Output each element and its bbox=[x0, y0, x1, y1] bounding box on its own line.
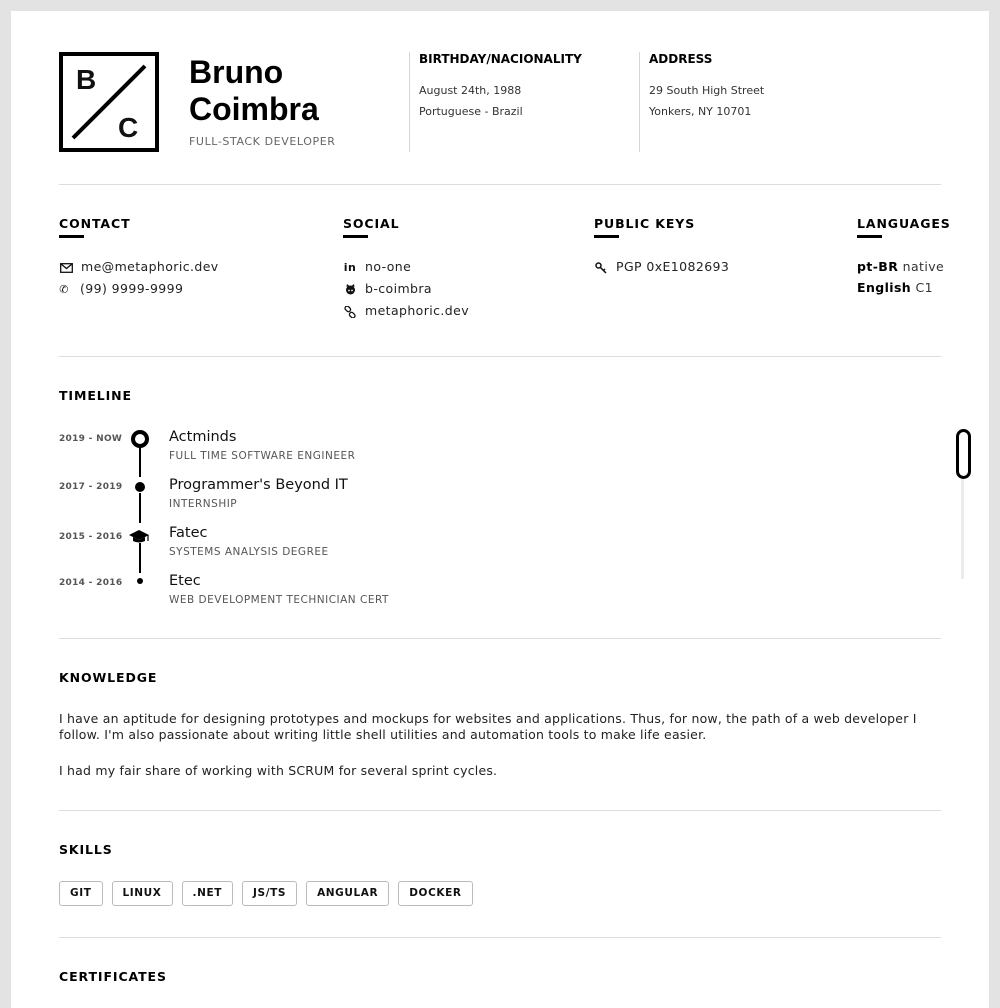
timeline-ring-marker bbox=[131, 430, 149, 448]
timeline-entry-title: Actminds bbox=[169, 429, 237, 445]
link-icon bbox=[343, 304, 357, 320]
timeline-entry-subtitle: WEB DEVELOPMENT TECHNICIAN CERT bbox=[169, 594, 389, 606]
section-divider bbox=[59, 356, 941, 357]
logo-letter-b: B bbox=[76, 64, 97, 95]
title-underline bbox=[857, 235, 882, 238]
timeline-title: TIMELINE bbox=[59, 388, 132, 403]
envelope-icon bbox=[59, 260, 73, 276]
first-name: Bruno bbox=[189, 54, 284, 90]
skill-tag: LINUX bbox=[111, 881, 173, 906]
section-divider bbox=[59, 184, 941, 185]
contact-title: CONTACT bbox=[59, 216, 131, 231]
timeline-entry-subtitle: INTERNSHIP bbox=[169, 498, 238, 510]
birthday-title: BIRTHDAY/NACIONALITY bbox=[419, 52, 582, 66]
social-linkedin[interactable]: in no-one bbox=[343, 259, 411, 276]
scrollbar-thumb[interactable] bbox=[956, 429, 971, 479]
monogram-logo: B C bbox=[59, 52, 159, 152]
timeline-connector bbox=[139, 448, 141, 477]
certificates-title: CERTIFICATES bbox=[59, 969, 167, 984]
logo-letter-c: C bbox=[118, 112, 139, 143]
pgp-key[interactable]: PGP 0xE1082693 bbox=[594, 259, 729, 276]
knowledge-paragraph: I have an aptitude for designing prototy… bbox=[59, 711, 917, 742]
timeline-entry-title: Fatec bbox=[169, 525, 208, 541]
header-divider bbox=[639, 52, 640, 152]
skills-tag-list: GIT LINUX .NET JS/TS ANGULAR DOCKER bbox=[59, 881, 473, 906]
timeline-entry-title: Etec bbox=[169, 573, 201, 589]
knowledge-title: KNOWLEDGE bbox=[59, 670, 158, 685]
language-level: C1 bbox=[915, 280, 933, 295]
contact-phone[interactable]: ✆ (99) 9999-9999 bbox=[59, 281, 183, 298]
address-title: ADDRESS bbox=[649, 52, 713, 66]
graduation-cap-icon bbox=[128, 529, 150, 549]
birthday-date: August 24th, 1988 bbox=[419, 84, 522, 97]
section-divider bbox=[59, 810, 941, 811]
timeline-date: 2019 - NOW bbox=[59, 434, 123, 444]
phone-icon: ✆ bbox=[59, 282, 69, 296]
skill-tag: DOCKER bbox=[398, 881, 473, 906]
language-level: native bbox=[902, 259, 945, 274]
skill-tag: JS/TS bbox=[242, 881, 298, 906]
timeline-date: 2017 - 2019 bbox=[59, 482, 123, 492]
timeline-dot-marker bbox=[135, 482, 145, 492]
nationality: Portuguese - Brazil bbox=[419, 105, 523, 118]
skill-tag: GIT bbox=[59, 881, 103, 906]
title-underline bbox=[59, 235, 84, 238]
social-github[interactable]: b-coimbra bbox=[343, 281, 432, 298]
header-divider bbox=[409, 52, 410, 152]
timeline-entry-subtitle: SYSTEMS ANALYSIS DEGREE bbox=[169, 546, 329, 558]
timeline-connector bbox=[139, 493, 141, 523]
knowledge-paragraph: I had my fair share of working with SCRU… bbox=[59, 763, 498, 778]
address-street: 29 South High Street bbox=[649, 84, 765, 97]
language-name: English bbox=[857, 280, 912, 295]
timeline-date: 2015 - 2016 bbox=[59, 532, 123, 542]
public-keys-title: PUBLIC KEYS bbox=[594, 216, 696, 231]
timeline-entry-title: Programmer's Beyond IT bbox=[169, 477, 348, 493]
timeline-entry-subtitle: FULL TIME SOFTWARE ENGINEER bbox=[169, 450, 356, 462]
skills-title: SKILLS bbox=[59, 842, 113, 857]
social-website[interactable]: metaphoric.dev bbox=[343, 303, 469, 320]
social-title: SOCIAL bbox=[343, 216, 400, 231]
resume-page: B C Bruno Coimbra FULL-STACK DEVELOPER B… bbox=[11, 11, 989, 1008]
title-underline bbox=[594, 235, 619, 238]
languages-title: LANGUAGES bbox=[857, 216, 951, 231]
title-underline bbox=[343, 235, 368, 238]
address-city: Yonkers, NY 10701 bbox=[649, 105, 752, 118]
section-divider bbox=[59, 937, 941, 938]
skill-tag: .NET bbox=[181, 881, 234, 906]
timeline-date: 2014 - 2016 bbox=[59, 578, 123, 588]
language-name: pt-BR bbox=[857, 259, 899, 274]
language-item: English C1 bbox=[857, 280, 933, 296]
section-divider bbox=[59, 638, 941, 639]
language-item: pt-BR native bbox=[857, 259, 944, 275]
full-name: Bruno Coimbra bbox=[189, 54, 319, 128]
key-icon bbox=[594, 260, 608, 276]
skill-tag: ANGULAR bbox=[306, 881, 390, 906]
contact-email[interactable]: me@metaphoric.dev bbox=[59, 259, 219, 276]
last-name: Coimbra bbox=[189, 91, 319, 127]
linkedin-icon: in bbox=[343, 260, 357, 274]
job-role: FULL-STACK DEVELOPER bbox=[189, 135, 336, 148]
timeline-small-dot-marker bbox=[137, 578, 143, 584]
github-icon bbox=[343, 282, 357, 298]
